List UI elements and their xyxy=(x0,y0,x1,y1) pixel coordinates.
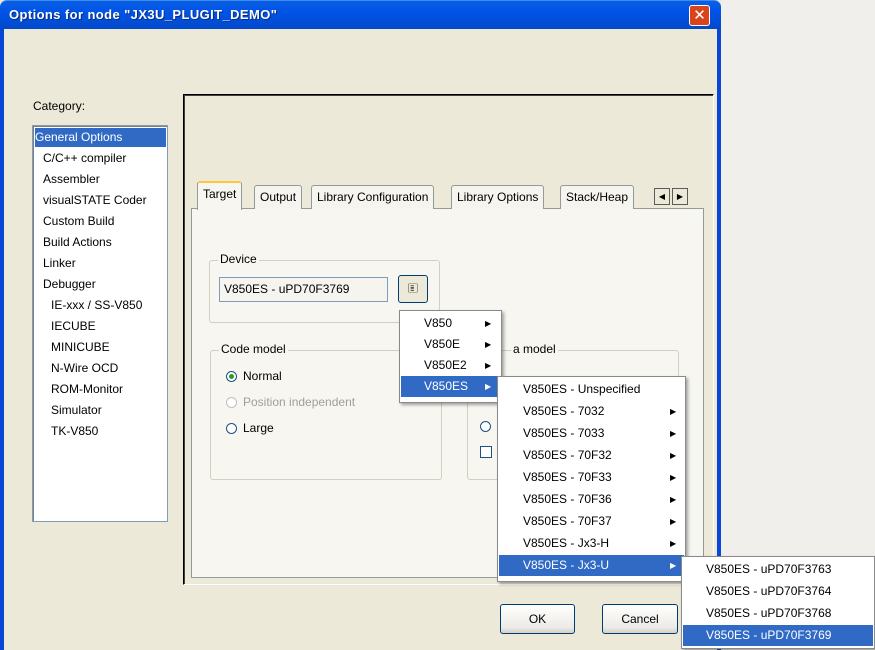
tab-stack-heap[interactable]: Stack/Heap xyxy=(560,185,635,209)
radio-normal-label: Normal xyxy=(243,369,282,383)
category-item-debugger[interactable]: Debugger xyxy=(43,275,96,294)
menu-item-label: V850ES xyxy=(424,379,469,393)
device-select-icon: 🗉 xyxy=(407,281,419,297)
menu-item-v850e[interactable]: V850E ▶ xyxy=(401,334,500,355)
category-item-ie-xxx[interactable]: IE-xxx / SS-V850 xyxy=(51,296,142,315)
menu-item-label: V850ES - uPD70F3764 xyxy=(706,584,832,598)
category-item-general-options[interactable]: General Options xyxy=(35,128,166,147)
category-item-build-actions[interactable]: Build Actions xyxy=(43,233,112,252)
close-icon: ✕ xyxy=(693,6,706,24)
device-menu: V850ES - uPD70F3763 V850ES - uPD70F3764 … xyxy=(681,556,875,649)
radio-normal[interactable]: Normal xyxy=(226,367,282,385)
title-bar[interactable]: Options for node "JX3U_PLUGIT_DEMO" ✕ xyxy=(0,0,721,29)
radio-large[interactable]: Large xyxy=(226,419,274,437)
radio-unchecked-icon xyxy=(226,423,237,435)
submenu-arrow-icon: ▶ xyxy=(485,382,492,391)
submenu-arrow-icon: ▶ xyxy=(670,561,677,570)
submenu-arrow-icon: ▶ xyxy=(670,429,677,438)
tab-target[interactable]: Target xyxy=(197,181,243,210)
submenu-arrow-icon: ▶ xyxy=(485,361,492,370)
device-group-label: Device xyxy=(218,252,259,266)
category-item-tk-v850[interactable]: TK-V850 xyxy=(51,422,98,441)
category-item-c-compiler[interactable]: C/C++ compiler xyxy=(43,149,126,168)
category-item-rom-monitor[interactable]: ROM-Monitor xyxy=(51,380,123,399)
menu-item-label: V850ES - 7032 xyxy=(523,404,605,418)
submenu-arrow-icon: ▶ xyxy=(670,495,677,504)
data-model-radio-icon[interactable] xyxy=(480,421,491,432)
menu-item-uPD70F3763[interactable]: V850ES - uPD70F3763 xyxy=(683,559,873,580)
menu-item-70f33[interactable]: V850ES - 70F33 ▶ xyxy=(499,467,684,488)
menu-item-uPD70F3769[interactable]: V850ES - uPD70F3769 xyxy=(683,625,873,646)
scroll-right-icon[interactable]: ▶ xyxy=(672,188,688,205)
menu-item-v850e2[interactable]: V850E2 ▶ xyxy=(401,355,500,376)
menu-item-label: V850ES - 70F36 xyxy=(523,492,612,506)
cancel-button[interactable]: Cancel xyxy=(602,604,678,634)
radio-position-independent: Position independent xyxy=(226,393,355,411)
menu-item-label: V850E2 xyxy=(424,358,467,372)
desktop-background xyxy=(721,0,875,555)
menu-item-label: V850E xyxy=(424,337,461,351)
category-label: Category: xyxy=(33,99,86,113)
category-item-n-wire-ocd[interactable]: N-Wire OCD xyxy=(51,359,118,378)
menu-item-label: V850ES - 70F32 xyxy=(523,448,612,462)
menu-item-label: V850ES - Jx3-H xyxy=(523,536,610,550)
code-model-label: Code model xyxy=(219,342,288,356)
category-item-linker[interactable]: Linker xyxy=(43,254,76,273)
tab-output[interactable]: Output xyxy=(254,185,303,209)
menu-item-label: V850ES - uPD70F3768 xyxy=(706,606,832,620)
menu-item-70f37[interactable]: V850ES - 70F37 ▶ xyxy=(499,511,684,532)
menu-item-label: V850ES - Unspecified xyxy=(523,382,641,396)
menu-item-unspecified[interactable]: V850ES - Unspecified xyxy=(499,379,684,400)
device-select-button[interactable]: 🗉 xyxy=(398,275,428,303)
series-menu: V850ES - Unspecified V850ES - 7032 ▶ V850… xyxy=(497,376,686,582)
radio-checked-icon xyxy=(226,371,237,383)
menu-item-label: V850ES - 70F37 xyxy=(523,514,612,528)
category-item-visualstate-coder[interactable]: visualSTATE Coder xyxy=(43,191,147,210)
submenu-arrow-icon: ▶ xyxy=(670,407,677,416)
data-model-checkbox[interactable] xyxy=(480,446,492,458)
data-model-label: a model xyxy=(511,342,558,356)
scroll-left-icon[interactable]: ◀ xyxy=(654,188,670,205)
submenu-arrow-icon: ▶ xyxy=(670,451,677,460)
category-item-iecube[interactable]: IECUBE xyxy=(51,317,96,336)
family-menu: V850 ▶ V850E ▶ V850E2 ▶ V850ES ▶ xyxy=(399,310,502,403)
menu-item-jx3-h[interactable]: V850ES - Jx3-H ▶ xyxy=(499,533,684,554)
menu-item-70f32[interactable]: V850ES - 70F32 ▶ xyxy=(499,445,684,466)
radio-large-label: Large xyxy=(243,421,274,435)
menu-item-v850es[interactable]: V850ES ▶ xyxy=(401,376,500,397)
ok-button[interactable]: OK xyxy=(500,604,575,634)
category-item-minicube[interactable]: MINICUBE xyxy=(51,338,110,357)
menu-item-7032[interactable]: V850ES - 7032 ▶ xyxy=(499,401,684,422)
window-frame-left xyxy=(0,29,4,650)
menu-item-label: V850ES - 7033 xyxy=(523,426,605,440)
menu-item-uPD70F3768[interactable]: V850ES - uPD70F3768 xyxy=(683,603,873,624)
menu-item-label: V850 xyxy=(424,316,453,330)
tab-library-options[interactable]: Library Options xyxy=(451,185,545,209)
submenu-arrow-icon: ▶ xyxy=(670,539,677,548)
category-item-assembler[interactable]: Assembler xyxy=(43,170,100,189)
submenu-arrow-icon: ▶ xyxy=(485,340,492,349)
menu-item-label: V850ES - Jx3-U xyxy=(523,558,610,572)
menu-item-label: V850ES - uPD70F3769 xyxy=(706,628,832,642)
submenu-arrow-icon: ▶ xyxy=(485,319,492,328)
menu-item-uPD70F3764[interactable]: V850ES - uPD70F3764 xyxy=(683,581,873,602)
menu-item-70f36[interactable]: V850ES - 70F36 ▶ xyxy=(499,489,684,510)
radio-disabled-icon xyxy=(226,397,237,409)
menu-item-label: V850ES - uPD70F3763 xyxy=(706,562,832,576)
category-item-simulator[interactable]: Simulator xyxy=(51,401,102,420)
menu-item-v850[interactable]: V850 ▶ xyxy=(401,313,500,334)
device-field: V850ES - uPD70F3769 xyxy=(219,277,388,302)
menu-item-7033[interactable]: V850ES - 7033 ▶ xyxy=(499,423,684,444)
submenu-arrow-icon: ▶ xyxy=(670,473,677,482)
submenu-arrow-icon: ▶ xyxy=(670,517,677,526)
menu-item-jx3-u[interactable]: V850ES - Jx3-U ▶ xyxy=(499,555,684,576)
category-list[interactable]: General Options C/C++ compiler Assembler… xyxy=(32,125,168,522)
close-button[interactable]: ✕ xyxy=(689,5,710,26)
tab-library-configuration[interactable]: Library Configuration xyxy=(311,185,435,209)
radio-position-independent-label: Position independent xyxy=(243,395,356,409)
window-title: Options for node "JX3U_PLUGIT_DEMO" xyxy=(9,7,278,22)
menu-item-label: V850ES - 70F33 xyxy=(523,470,612,484)
category-item-custom-build[interactable]: Custom Build xyxy=(43,212,114,231)
